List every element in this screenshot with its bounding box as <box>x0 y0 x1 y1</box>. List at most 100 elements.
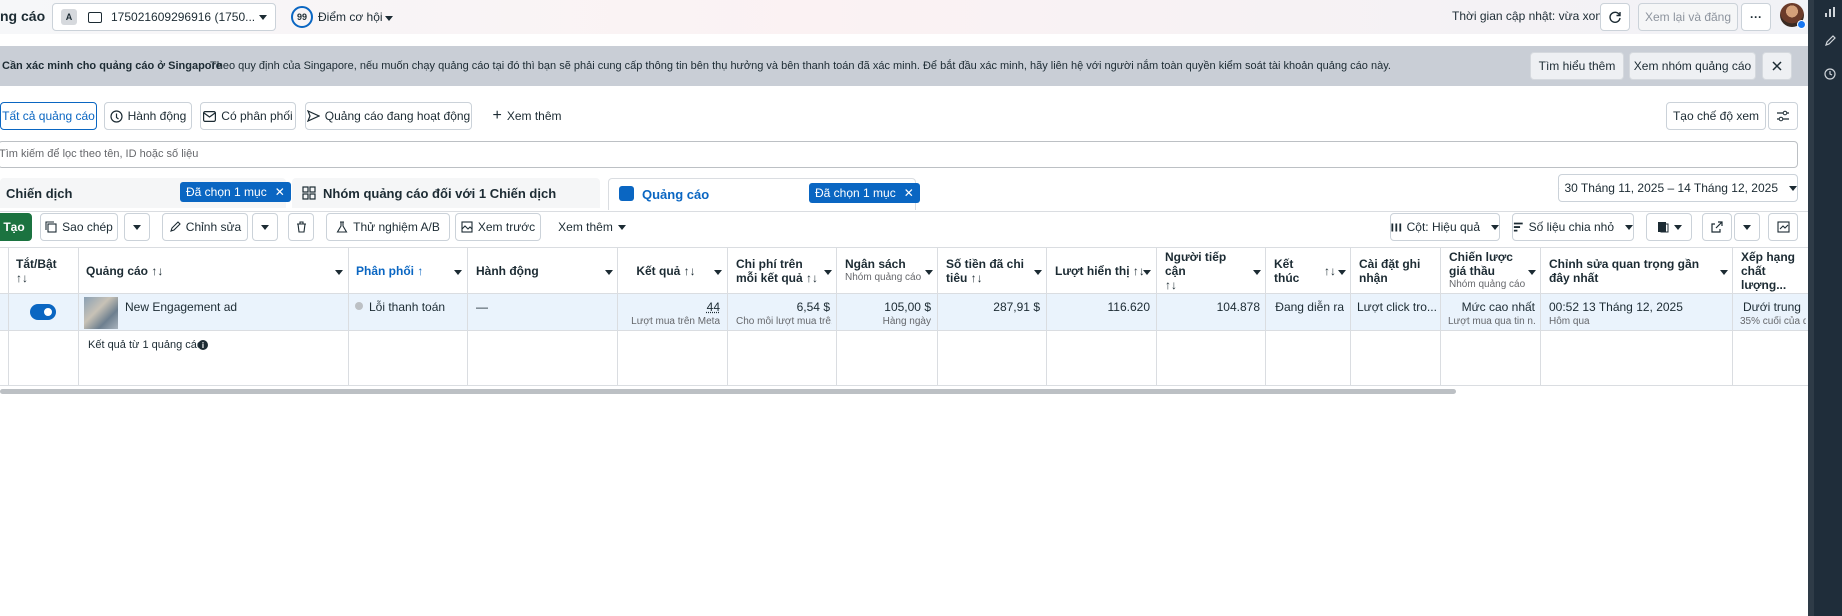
tab-ads[interactable]: Quảng cáo Đã chọn 1 mục ✕ <box>608 178 920 210</box>
view-adsets-button[interactable]: Xem nhóm quảng cáo <box>1629 52 1756 80</box>
chevron-down-icon[interactable] <box>824 270 832 275</box>
header-ad[interactable]: Quảng cáo ↑↓ <box>86 247 336 294</box>
ad-name[interactable]: New Engagement ad <box>125 300 237 314</box>
header-toggle[interactable]: Tắt/Bật ↑↓ <box>16 247 72 294</box>
filter-more-label: Xem thêm <box>506 109 562 123</box>
chevron-down-icon[interactable] <box>335 270 343 275</box>
edit-dropdown[interactable] <box>252 213 278 241</box>
date-range-label: 30 Tháng 11, 2025 – 14 Tháng 12, 2025 <box>1564 181 1778 195</box>
impressions-value: 116.620 <box>1107 300 1151 314</box>
export-icon <box>1711 221 1723 233</box>
date-range-picker[interactable]: 30 Tháng 11, 2025 – 14 Tháng 12, 2025 <box>1558 174 1798 202</box>
duplicate-button[interactable]: Sao chép <box>40 213 118 241</box>
account-selector[interactable]: A 175021609296916 (1750... <box>52 3 276 31</box>
pencil-icon[interactable] <box>1822 33 1838 49</box>
delete-button[interactable] <box>288 213 314 241</box>
columns-button[interactable]: Cột: Hiệu quả <box>1390 213 1500 241</box>
header-cost-per-result-label: Chi phí trên mỗi kết quả <box>736 256 803 285</box>
header-delivery[interactable]: Phân phối ↑ <box>356 247 446 294</box>
header-actions[interactable]: Hành động <box>476 247 596 294</box>
preview-button[interactable]: Xem trước <box>455 213 541 241</box>
attribution-value: Lượt click tro... <box>1357 300 1437 314</box>
plus-icon: + <box>492 107 502 124</box>
edit-button[interactable]: Chỉnh sửa <box>162 213 248 241</box>
learn-more-button[interactable]: Tìm hiểu thêm <box>1530 52 1624 80</box>
search-input[interactable]: Tìm kiếm để lọc theo tên, ID hoặc số liệ… <box>0 141 1798 168</box>
account-badge: A <box>61 9 77 25</box>
chevron-down-icon[interactable] <box>1034 270 1042 275</box>
create-view-button[interactable]: Tạo chế độ xem <box>1666 102 1766 130</box>
chevron-down-icon[interactable] <box>1253 270 1261 275</box>
tab-adsets[interactable]: Nhóm quảng cáo đối với 1 Chiến dịch <box>292 178 600 208</box>
toolbar-divider <box>0 211 1808 212</box>
header-cost-per-result[interactable]: Chi phí trên mỗi kết quả ↑↓ <box>736 247 820 294</box>
chevron-down-icon[interactable] <box>1338 270 1346 275</box>
tab-campaigns[interactable]: Chiến dịch Đã chọn 1 mục ✕ <box>0 178 291 208</box>
chevron-down-icon[interactable] <box>925 270 933 275</box>
chevron-down-icon[interactable] <box>1720 270 1728 275</box>
header-attribution[interactable]: Cài đặt ghi nhận <box>1359 247 1439 294</box>
header-quality[interactable]: Xếp hạng chất lượng... <box>1741 247 1805 294</box>
reports-button[interactable] <box>1646 213 1692 241</box>
export-dropdown[interactable] <box>1734 213 1760 241</box>
chevron-down-icon[interactable] <box>1528 270 1536 275</box>
toolbar-more-button[interactable]: Xem thêm <box>552 213 632 241</box>
header-budget[interactable]: Ngân sách Nhóm quảng cáo <box>845 247 925 294</box>
export-button[interactable] <box>1702 213 1732 241</box>
close-icon[interactable]: ✕ <box>904 186 914 200</box>
chevron-down-icon[interactable] <box>1143 270 1151 275</box>
view-settings-button[interactable] <box>1768 102 1798 130</box>
review-and-publish-button[interactable]: Xem lại và đăng <box>1638 3 1738 31</box>
horizontal-scrollbar[interactable] <box>0 389 1456 394</box>
close-icon[interactable]: ✕ <box>275 185 285 199</box>
charts-button[interactable] <box>1768 213 1798 241</box>
breakdown-button[interactable]: Số liệu chia nhỏ <box>1512 213 1634 241</box>
header-last-edit[interactable]: Chỉnh sửa quan trọng gần đây nhất <box>1549 247 1709 294</box>
chevron-down-icon <box>617 224 626 230</box>
header-amount-spent[interactable]: Số tiền đã chi tiêu ↑↓ <box>946 247 1030 294</box>
campaigns-selected-chip[interactable]: Đã chọn 1 mục ✕ <box>180 182 291 202</box>
filter-has-delivery[interactable]: Có phân phối <box>200 102 296 130</box>
chevron-down-icon[interactable] <box>605 270 613 275</box>
cost-per-result-value: 6,54 $ <box>796 300 830 314</box>
delivery-status-dot <box>355 302 363 310</box>
ab-test-button[interactable]: Thử nghiệm A/B <box>326 213 450 241</box>
bar-chart-icon[interactable] <box>1822 4 1838 20</box>
search-placeholder: Tìm kiếm để lọc theo tên, ID hoặc số liệ… <box>0 148 199 160</box>
header-bid-strategy[interactable]: Chiến lược giá thầu Nhóm quảng cáo <box>1449 247 1527 294</box>
preview-label: Xem trước <box>477 220 536 234</box>
clock-icon[interactable] <box>1822 66 1838 82</box>
create-button[interactable]: Tạo <box>0 213 32 241</box>
header-ends[interactable]: Kết thúc ↑↓ <box>1274 247 1336 294</box>
refresh-button[interactable] <box>1600 3 1630 31</box>
ad-toggle-switch[interactable] <box>30 304 56 320</box>
toggle-knob <box>42 306 54 318</box>
close-banner-button[interactable] <box>1762 52 1792 80</box>
envelope-icon <box>203 110 217 122</box>
header-reach[interactable]: Người tiếp cận ↑↓ <box>1165 247 1249 294</box>
sliders-icon <box>1777 110 1789 122</box>
results-value[interactable]: 44 <box>626 300 720 314</box>
header-impressions[interactable]: Lượt hiển thị ↑↓ <box>1055 247 1150 294</box>
amount-spent-value: 287,91 $ <box>993 300 1040 314</box>
filter-more-button[interactable]: + Xem thêm <box>482 102 572 130</box>
header-results[interactable]: Kết quả ↑↓ <box>626 247 706 294</box>
refresh-icon <box>1609 11 1621 23</box>
duplicate-dropdown[interactable] <box>124 213 150 241</box>
info-icon[interactable]: i <box>198 340 208 350</box>
chevron-down-icon[interactable] <box>454 270 462 275</box>
bid-strategy-value: Mức cao nhất <box>1461 300 1535 314</box>
header-results-label: Kết quả <box>636 263 681 278</box>
action-icon <box>110 109 123 123</box>
tab-adsets-label: Nhóm quảng cáo đối với 1 Chiến dịch <box>323 186 557 201</box>
filter-actions[interactable]: Hành động <box>104 102 192 130</box>
summary-row <box>0 331 1808 386</box>
ads-selected-chip[interactable]: Đã chọn 1 mục ✕ <box>809 183 920 203</box>
filter-all-ads[interactable]: Tất cả quảng cáo <box>0 102 97 130</box>
more-options-button[interactable]: ··· <box>1741 3 1771 31</box>
chevron-down-icon[interactable] <box>714 270 722 275</box>
header-impressions-label: Lượt hiển thị <box>1055 263 1130 278</box>
opportunity-score-button[interactable]: 99 Điểm cơ hội <box>290 3 400 31</box>
budget-value[interactable]: 105,00 $ <box>840 300 931 314</box>
filter-active-ads[interactable]: Quảng cáo đang hoạt động <box>305 102 472 130</box>
